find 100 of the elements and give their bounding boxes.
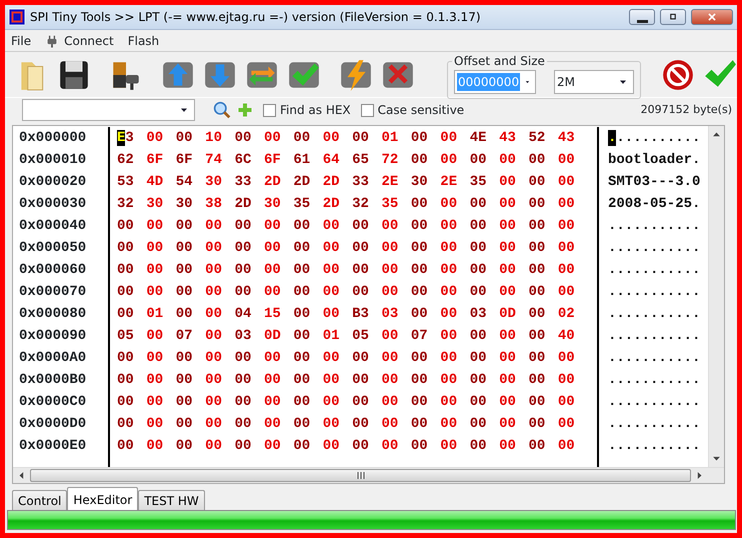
hex-byte: 00 [352, 261, 370, 280]
hex-byte: 2E [382, 173, 400, 192]
hex-byte: 00 [146, 239, 164, 258]
hex-byte: 00 [382, 261, 400, 280]
hex-byte: 00 [440, 217, 458, 236]
hex-byte: 00 [264, 415, 282, 434]
hex-byte: 00 [470, 217, 488, 236]
hex-byte: 00 [117, 261, 135, 280]
hex-byte: 00 [117, 349, 135, 368]
hex-byte: 00 [293, 349, 312, 368]
hex-byte: 00 [146, 217, 164, 236]
hex-byte: 2D [322, 173, 341, 192]
hex-byte: 00 [410, 393, 429, 412]
hex-byte: 00 [205, 437, 223, 456]
hex-byte: 33 [234, 173, 252, 192]
scroll-up-icon[interactable] [712, 130, 721, 139]
hex-byte: 6F [176, 151, 194, 170]
size-combo[interactable]: 2M [554, 70, 634, 94]
hex-byte: 00 [322, 437, 341, 456]
hex-byte: 00 [499, 349, 517, 368]
hex-byte: 00 [558, 151, 576, 170]
tab[interactable]: TEST HW [138, 490, 205, 510]
scroll-right-icon[interactable] [695, 471, 704, 480]
hex-byte: 00 [352, 349, 370, 368]
hex-byte: 00 [117, 437, 135, 456]
minimize-button[interactable] [629, 9, 655, 25]
hex-byte: 00 [176, 349, 194, 368]
hex-byte: 00 [382, 349, 400, 368]
hex-byte: 0D [264, 327, 282, 346]
hex-byte: 30 [264, 195, 282, 214]
hex-byte: 00 [146, 349, 164, 368]
hex-byte: 00 [146, 283, 164, 302]
hex-address: 0x000090 [19, 328, 86, 344]
menu-item[interactable]: Flash [128, 32, 160, 50]
checkbox[interactable] [263, 104, 276, 116]
menu-item[interactable]: File [11, 32, 32, 50]
hex-byte: 00 [293, 217, 312, 236]
hex-byte: 00 [176, 283, 194, 302]
tab[interactable]: Control [12, 490, 68, 510]
hex-byte: 00 [528, 415, 546, 434]
hex-byte: 00 [293, 283, 312, 302]
hex-byte: 00 [410, 239, 429, 258]
hex-byte: 00 [264, 437, 282, 456]
hex-byte: 00 [440, 393, 458, 412]
hex-byte: 00 [528, 283, 546, 302]
hex-byte: 00 [264, 393, 282, 412]
ascii-text: bootloader. [608, 152, 700, 168]
scroll-down-icon[interactable] [712, 454, 721, 463]
hex-byte: 00 [382, 283, 400, 302]
hex-byte: 00 [293, 327, 312, 346]
hex-byte: 00 [234, 217, 252, 236]
hex-byte: 00 [234, 239, 252, 258]
hex-byte: 00 [528, 173, 546, 192]
hex-byte: 00 [322, 217, 341, 236]
checkbox[interactable] [360, 104, 374, 116]
hex-byte: 00 [528, 371, 546, 390]
ascii-text: ........... [608, 394, 700, 410]
hex-byte: 00 [322, 283, 341, 302]
hex-byte: 00 [234, 437, 252, 456]
hex-byte: 00 [440, 371, 458, 390]
hex-byte: 00 [234, 415, 252, 434]
hex-byte: 32 [117, 195, 135, 214]
close-button[interactable] [691, 9, 733, 25]
hex-byte: 00 [499, 217, 517, 236]
hex-byte: 00 [499, 173, 517, 192]
scroll-left-icon[interactable] [17, 471, 26, 480]
hex-byte: 32 [352, 195, 370, 214]
hex-byte: 00 [264, 217, 282, 236]
ascii-text: ........... [608, 438, 700, 454]
hex-byte: 00 [470, 371, 488, 390]
hex-byte: 00 [470, 239, 488, 258]
search-icon[interactable] [213, 101, 231, 119]
hex-byte: 00 [440, 129, 458, 148]
maximize-button[interactable] [660, 9, 686, 25]
search-combo[interactable] [22, 99, 195, 121]
hex-byte: 00 [146, 261, 164, 280]
app-icon [9, 9, 25, 25]
hex-byte: 00 [117, 239, 135, 258]
hex-byte: 00 [293, 305, 312, 324]
hex-byte: 00 [499, 239, 517, 258]
hex-byte: 33 [352, 173, 370, 192]
hex-byte: 00 [322, 393, 341, 412]
hex-byte: 00 [499, 415, 517, 434]
hex-byte: 00 [499, 261, 517, 280]
hex-byte: 00 [205, 239, 223, 258]
hex-byte: 00 [440, 437, 458, 456]
hex-byte: 10 [205, 129, 223, 148]
hex-byte: 00 [293, 239, 312, 258]
menu-item[interactable]: Connect [45, 32, 114, 50]
hex-byte: 00 [205, 371, 223, 390]
hex-byte: 2E [440, 173, 458, 192]
tab[interactable]: HexEditor [67, 487, 138, 510]
hex-byte: 00 [528, 217, 546, 236]
hex-byte: 00 [382, 437, 400, 456]
hex-byte: 00 [205, 217, 223, 236]
hex-byte: 00 [558, 195, 576, 214]
hex-byte: 00 [264, 349, 282, 368]
hex-byte: 05 [352, 327, 370, 346]
hex-byte: 00 [264, 371, 282, 390]
hex-byte: 43 [499, 129, 517, 148]
